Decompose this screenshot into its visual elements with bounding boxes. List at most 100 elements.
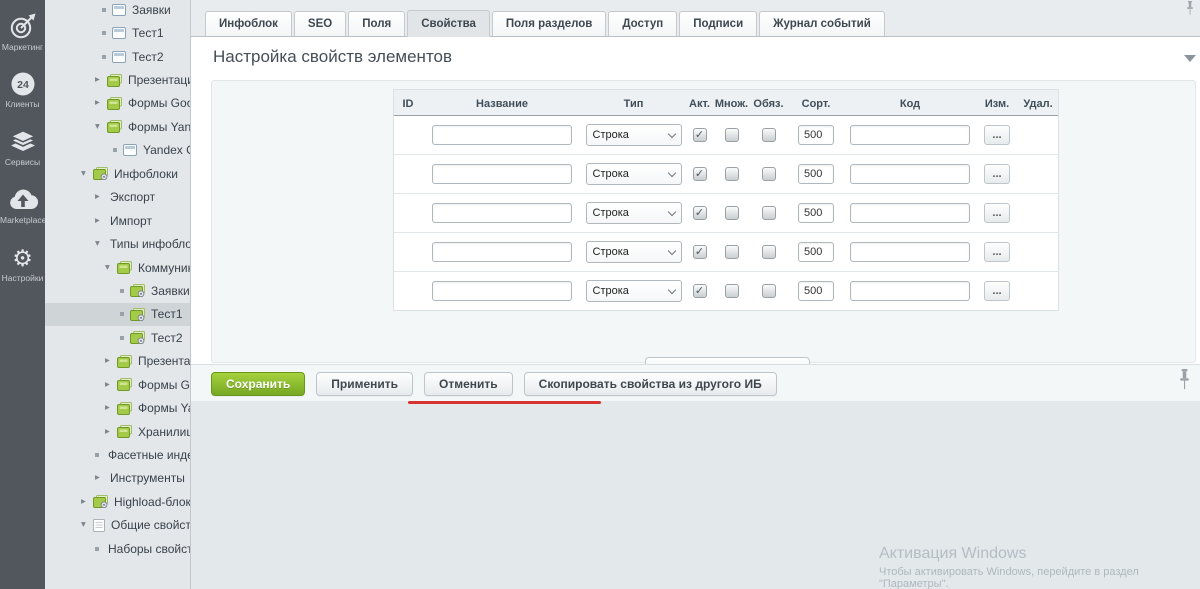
stack-icon bbox=[107, 97, 122, 110]
active-checkbox[interactable]: ✓ bbox=[693, 128, 707, 142]
tree-item-label: Фасетные индексы bbox=[108, 448, 191, 462]
name-input[interactable] bbox=[432, 125, 572, 145]
stack-gear-icon bbox=[130, 308, 145, 321]
pin-icon[interactable] bbox=[1178, 369, 1191, 391]
type-select[interactable]: Строка bbox=[586, 241, 682, 263]
tree-item[interactable]: ▸Инструменты bbox=[45, 467, 191, 490]
tree-item[interactable]: Заявки bbox=[45, 0, 191, 21]
name-input[interactable] bbox=[432, 203, 572, 223]
tab-2[interactable]: Поля bbox=[348, 11, 405, 36]
tab-bar: ИнфоблокSEOПоляСвойстваПоля разделовДост… bbox=[191, 0, 1200, 37]
required-checkbox[interactable] bbox=[762, 167, 776, 181]
sort-input[interactable] bbox=[798, 242, 834, 262]
active-checkbox[interactable]: ✓ bbox=[693, 245, 707, 259]
sidebar-item-gear[interactable]: ⚙Настройки bbox=[0, 244, 45, 283]
tree-item[interactable]: Yandex Calendar Заявки bbox=[45, 139, 191, 162]
edit-button[interactable]: ... bbox=[984, 281, 1010, 301]
tree-item[interactable]: ▸Формы Google Calendar bbox=[45, 373, 191, 396]
column-header-label: Акт. bbox=[689, 98, 710, 110]
required-checkbox[interactable] bbox=[762, 128, 776, 142]
save-button[interactable]: Сохранить bbox=[211, 372, 305, 396]
tree-item[interactable]: Тест1 bbox=[45, 21, 191, 44]
target-icon bbox=[0, 13, 45, 40]
stack-icon bbox=[117, 425, 132, 438]
tree-item[interactable]: Наборы свойств bbox=[45, 537, 191, 560]
type-select[interactable]: Строка bbox=[586, 163, 682, 185]
code-input[interactable] bbox=[850, 242, 970, 262]
footer-button-3[interactable]: Скопировать свойства из другого ИБ bbox=[524, 372, 777, 396]
sort-input[interactable] bbox=[798, 281, 834, 301]
multiple-checkbox[interactable] bbox=[725, 206, 739, 220]
tree-item[interactable]: ▸Highload-блоки bbox=[45, 490, 191, 513]
tree-item[interactable]: Тест1 bbox=[45, 303, 191, 326]
tab-0[interactable]: Инфоблок bbox=[205, 11, 292, 36]
multiple-checkbox[interactable] bbox=[725, 128, 739, 142]
sidebar-item-target[interactable]: Маркетинг bbox=[0, 13, 45, 52]
pin-icon[interactable] bbox=[1185, 1, 1195, 16]
active-checkbox[interactable]: ✓ bbox=[693, 284, 707, 298]
tree-item[interactable]: ▾Коммуникации bbox=[45, 256, 191, 279]
column-header: Название bbox=[476, 94, 528, 112]
name-input[interactable] bbox=[432, 281, 572, 301]
collapse-chevron-icon[interactable] bbox=[1184, 55, 1196, 62]
footer-button-2[interactable]: Отменить bbox=[424, 372, 513, 396]
code-input[interactable] bbox=[850, 164, 970, 184]
tree-item[interactable]: ▸Импорт bbox=[45, 209, 191, 232]
tree-item[interactable]: ▸Экспорт bbox=[45, 186, 191, 209]
sidebar-item-bitrix24[interactable]: 24Клиенты bbox=[0, 70, 45, 109]
type-select[interactable]: Строка bbox=[586, 280, 682, 302]
edit-button[interactable]: ... bbox=[984, 164, 1010, 184]
required-checkbox[interactable] bbox=[762, 206, 776, 220]
tab-6[interactable]: Подписи bbox=[679, 11, 757, 36]
tree-item[interactable]: ▾Типы инфоблоков bbox=[45, 232, 191, 255]
tree-item[interactable]: ▸Формы Yandex Calendar bbox=[45, 396, 191, 419]
column-header: Удал. bbox=[1023, 94, 1052, 112]
sort-input[interactable] bbox=[798, 164, 834, 184]
active-checkbox[interactable]: ✓ bbox=[693, 167, 707, 181]
tree-item[interactable]: ▸Формы Google Calendar bbox=[45, 92, 191, 115]
required-checkbox[interactable] bbox=[762, 284, 776, 298]
type-select[interactable]: Строка bbox=[586, 202, 682, 224]
multiple-checkbox[interactable] bbox=[725, 245, 739, 259]
tree-item[interactable]: ▸Хранилище данных bbox=[45, 420, 191, 443]
active-checkbox[interactable]: ✓ bbox=[693, 206, 707, 220]
tree-item-label: Презентации bbox=[138, 354, 191, 368]
sidebar-item-label: Marketplace bbox=[0, 215, 45, 225]
sort-input[interactable] bbox=[798, 125, 834, 145]
tree-item[interactable]: ▾Инфоблоки bbox=[45, 162, 191, 185]
code-input[interactable] bbox=[850, 125, 970, 145]
tab-7[interactable]: Журнал событий bbox=[759, 11, 885, 36]
required-checkbox[interactable] bbox=[762, 245, 776, 259]
footer-button-1[interactable]: Применить bbox=[316, 372, 413, 396]
edit-button[interactable]: ... bbox=[984, 125, 1010, 145]
code-input[interactable] bbox=[850, 203, 970, 223]
tab-1[interactable]: SEO bbox=[294, 11, 346, 36]
tab-3[interactable]: Свойства bbox=[407, 10, 490, 37]
cloud-upload-icon bbox=[0, 186, 45, 213]
tree-item[interactable]: Тест2 bbox=[45, 326, 191, 349]
sort-input[interactable] bbox=[798, 203, 834, 223]
tree-item[interactable]: ▸Презентации bbox=[45, 350, 191, 373]
multiple-checkbox[interactable] bbox=[725, 167, 739, 181]
tree-item[interactable]: Заявки bbox=[45, 279, 191, 302]
edit-button[interactable]: ... bbox=[984, 242, 1010, 262]
sidebar-item-layers[interactable]: Сервисы bbox=[0, 128, 45, 167]
tree-item[interactable]: Тест2 bbox=[45, 45, 191, 68]
stack-icon bbox=[117, 402, 132, 415]
multiple-checkbox[interactable] bbox=[725, 284, 739, 298]
tree-item[interactable]: ▾Формы Yandex Calendar bbox=[45, 115, 191, 138]
tree-item[interactable]: ▸Презентации bbox=[45, 68, 191, 91]
tree-item-label: Yandex Calendar Заявки bbox=[143, 143, 191, 157]
tree-item-label: Тест1 bbox=[151, 307, 183, 321]
tree-item[interactable]: ▾Общие свойства bbox=[45, 514, 191, 537]
tree-item-label: Инфоблоки bbox=[114, 167, 178, 181]
name-input[interactable] bbox=[432, 164, 572, 184]
sidebar-item-cloud-upload[interactable]: Marketplace bbox=[0, 186, 45, 225]
name-input[interactable] bbox=[432, 242, 572, 262]
edit-button[interactable]: ... bbox=[984, 203, 1010, 223]
tree-item[interactable]: Фасетные индексы bbox=[45, 443, 191, 466]
code-input[interactable] bbox=[850, 281, 970, 301]
type-select[interactable]: Строка bbox=[586, 124, 682, 146]
tab-5[interactable]: Доступ bbox=[608, 11, 677, 36]
tab-4[interactable]: Поля разделов bbox=[492, 11, 606, 36]
